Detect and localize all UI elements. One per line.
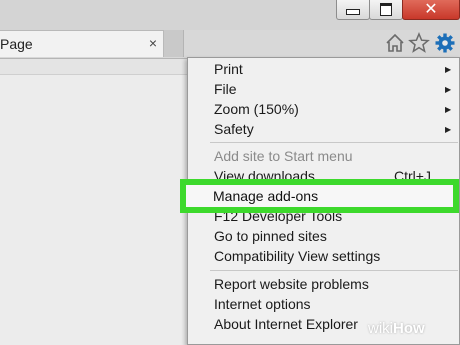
close-icon: ✕ [424,0,438,18]
maximize-button[interactable] [369,0,403,20]
menu-item-add-to-start: Add site to Start menu [214,148,353,164]
menu-item-file[interactable]: File [214,81,237,97]
menu-item-about-ie[interactable]: About Internet Explorer [214,316,358,332]
minimize-button[interactable] [336,0,370,20]
minimize-icon [346,9,360,15]
command-bar-strip [0,59,187,75]
submenu-arrow-icon: ▶ [445,85,452,94]
new-tab-button[interactable] [164,30,184,57]
menu-item-print[interactable]: Print [214,61,243,77]
submenu-arrow-icon: ▶ [445,65,452,74]
browser-tab[interactable]: Page × [0,30,164,57]
menu-item-safety[interactable]: Safety [214,121,254,137]
tab-close-icon[interactable]: × [149,35,157,51]
menu-item-manage-addons[interactable]: Manage add-ons [213,188,318,204]
submenu-arrow-icon: ▶ [445,125,452,134]
menu-item-report-problems[interactable]: Report website problems [214,276,369,292]
menu-item-pinned-sites[interactable]: Go to pinned sites [214,228,327,244]
wikihow-watermark: wikiHow [368,320,425,337]
close-window-button[interactable]: ✕ [402,0,460,20]
menu-item-internet-options[interactable]: Internet options [214,296,311,312]
submenu-arrow-icon: ▶ [445,105,452,114]
menu-item-compat-view[interactable]: Compatibility View settings [214,248,380,264]
manage-addons-highlight[interactable]: Manage add-ons [180,179,459,213]
tab-title: Page [0,36,33,52]
star-icon[interactable] [408,32,430,54]
command-icons [384,32,460,56]
gear-icon[interactable] [434,32,456,54]
menu-separator [210,270,458,271]
maximize-icon [380,3,392,16]
menu-item-zoom[interactable]: Zoom (150%) [214,101,299,117]
home-icon[interactable] [384,32,406,54]
menu-separator [210,142,458,143]
